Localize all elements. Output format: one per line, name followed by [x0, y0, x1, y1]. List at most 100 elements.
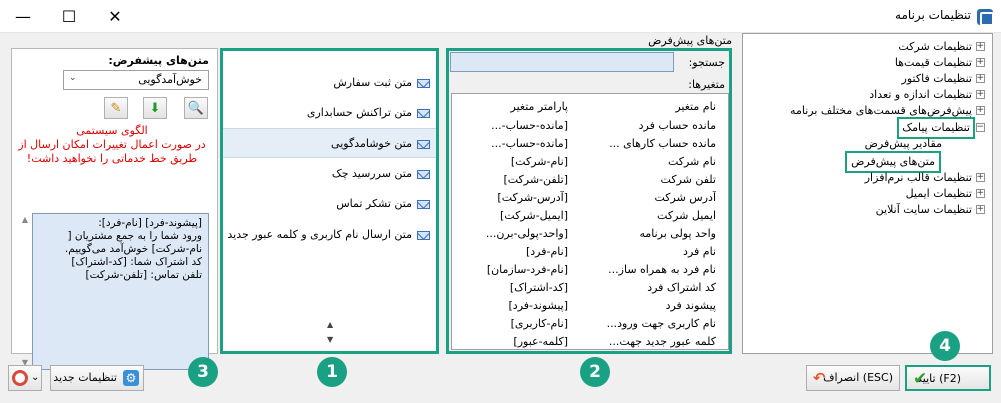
var-name: تلفن شرکت — [660, 173, 716, 186]
table-row[interactable]: آدرس شرکت [آدرس-شرکت] — [452, 189, 728, 207]
var-name: مانده حساب فرد — [638, 119, 716, 132]
system-pattern-title: الگوی سیستمی — [76, 124, 148, 137]
var-param: [ایمیل-شرکت] — [499, 209, 568, 222]
envelope-icon — [417, 109, 430, 118]
variables-table[interactable]: نام متغیر پارامتر متغیر مانده حساب فرد [م… — [451, 93, 729, 350]
column-header-param[interactable]: پارامتر متغیر — [458, 98, 568, 116]
var-name: نام فرد به همراه ساز... — [608, 263, 716, 276]
column-header-name[interactable]: نام متغیر — [598, 98, 716, 116]
minimize-button[interactable]: — — [0, 0, 46, 33]
expand-icon[interactable]: + — [976, 58, 985, 67]
table-header: نام متغیر پارامتر متغیر — [452, 98, 728, 116]
presets-dropdown[interactable]: خوش‌آمدگویی ⌄ — [63, 70, 209, 90]
table-row[interactable]: مانده حساب کارهای ... [مانده-حساب-... — [452, 135, 728, 153]
tree-item-default-texts[interactable]: متن‌های پیش‌فرض — [742, 151, 992, 173]
table-row[interactable]: ایمیل شرکت [ایمیل-شرکت] — [452, 207, 728, 225]
checkmark-icon: ✔ — [913, 369, 928, 389]
collapse-icon[interactable]: − — [976, 123, 985, 132]
edit-button[interactable]: ✎ — [104, 97, 128, 119]
message-text-editor[interactable]: [پیشوند-فرد] [نام-فرد]: ورود شما را به ج… — [32, 213, 209, 370]
table-row[interactable]: تلفن شرکت [تلفن-شرکت] — [452, 171, 728, 189]
help-button[interactable]: ⌄ — [8, 365, 42, 391]
envelope-icon — [417, 79, 430, 88]
tree-item-default-values[interactable]: مقادیر پیش‌فرض — [742, 136, 992, 152]
system-pattern-warning: الگوی سیستمی در صورت اعمال تغییرات امکان… — [17, 124, 207, 166]
tree-item-defaults[interactable]: + پیش‌فرض‌های قسمت‌های مختلف برنامه — [742, 103, 992, 119]
expand-icon[interactable]: + — [976, 106, 985, 115]
list-item-label: متن ثبت سفارش — [333, 76, 412, 89]
var-param: [کد-اشتراک] — [509, 281, 568, 294]
expand-icon[interactable]: + — [976, 205, 985, 214]
chevron-down-icon[interactable]: ⌄ — [31, 366, 39, 390]
table-row[interactable]: نام فرد [نام-فرد] — [452, 243, 728, 261]
list-item[interactable]: متن ارسال نام کاربری و کلمه عبور جدید — [223, 220, 436, 250]
scroll-down-icon[interactable]: ▼ — [327, 335, 333, 344]
messages-list[interactable]: متن ثبت سفارش متن تراکنش حسابداری متن خو… — [223, 51, 436, 351]
list-item-label: متن تراکنش حسابداری — [306, 106, 412, 119]
table-row[interactable]: نام کاربری جهت ورود... [نام-کاربری] — [452, 315, 728, 333]
var-param: [نام-فرد-سازمان] — [486, 263, 568, 276]
var-param: [پیشوند-فرد] — [508, 299, 569, 312]
table-row[interactable]: واحد پولی برنامه [واحد-پولی-برن... — [452, 225, 728, 243]
var-name: ایمیل شرکت — [657, 209, 716, 222]
tree-item-invoice[interactable]: + تنظیمات فاکتور — [742, 71, 992, 87]
list-item[interactable]: متن ثبت سفارش — [223, 68, 436, 98]
table-row[interactable]: نام فرد به همراه ساز... [نام-فرد-سازمان] — [452, 261, 728, 279]
lifebuoy-icon — [12, 370, 28, 386]
var-param: [نام-شرکت] — [510, 155, 568, 168]
table-row[interactable]: کد اشتراک فرد [کد-اشتراک] — [452, 279, 728, 297]
chevron-down-icon[interactable]: ⌄ — [69, 73, 77, 83]
title-bar: — ☐ ✕ تنظیمات برنامه — [0, 0, 1001, 33]
scroll-up-icon[interactable]: ▲ — [327, 320, 333, 329]
presets-selected-value: خوش‌آمدگویی — [138, 73, 202, 86]
scroll-up-icon[interactable]: ▲ — [20, 215, 30, 224]
callout-badge-2: 2 — [580, 357, 610, 387]
expand-icon[interactable]: + — [976, 42, 985, 51]
table-row[interactable]: کلمه عبور جدید جهت... [کلمه-عبور] — [452, 333, 728, 349]
var-name: کد اشتراک فرد — [647, 281, 716, 294]
new-settings-label: تنظیمات جدید — [53, 371, 117, 384]
system-pattern-note: در صورت اعمال تغییرات امکان ارسال از طری… — [18, 138, 206, 165]
table-row[interactable]: پیشوند فرد [پیشوند-فرد] — [452, 297, 728, 315]
list-item[interactable]: متن تراکنش حسابداری — [223, 98, 436, 128]
envelope-icon — [417, 170, 430, 179]
callout-badge-3: 3 — [188, 357, 218, 387]
search-input[interactable] — [450, 52, 674, 72]
table-row[interactable]: نام شرکت [نام-شرکت] — [452, 153, 728, 171]
new-settings-button[interactable]: تنظیمات جدید ⚙ — [50, 365, 144, 391]
presets-label: متن‌های پیشفرض: — [108, 54, 209, 67]
table-row[interactable]: مانده حساب فرد [مانده-حساب-... — [452, 117, 728, 135]
cancel-button[interactable]: (ESC) انصراف ↶ — [806, 365, 900, 391]
envelope-icon — [417, 140, 430, 149]
settings-tree[interactable]: + تنظیمات شرکت + تنظیمات قیمت‌ها + تنظیم… — [742, 33, 993, 354]
list-item[interactable]: متن تشکر تماس — [223, 189, 436, 219]
confirm-button[interactable]: (F2) تایید ✔ — [905, 365, 991, 391]
tree-item-online-site[interactable]: + تنظیمات سایت آنلاین — [742, 202, 992, 218]
var-param: [مانده-حساب-... — [491, 137, 568, 150]
close-button[interactable]: ✕ — [92, 0, 138, 33]
expand-icon[interactable]: + — [976, 189, 985, 198]
var-name: واحد پولی برنامه — [639, 227, 716, 240]
tree-label: تنظیمات شرکت — [898, 40, 972, 53]
expand-icon[interactable]: + — [976, 90, 985, 99]
search-button[interactable]: 🔍 — [184, 97, 208, 119]
tree-label: مقادیر پیش‌فرض — [864, 137, 942, 150]
expand-icon[interactable]: + — [976, 173, 985, 182]
list-item-selected[interactable]: متن خوشامدگویی — [223, 128, 436, 158]
list-item[interactable]: متن سررسید چک — [223, 159, 436, 189]
editor-scrollbar[interactable]: ▲ ▼ — [20, 215, 30, 368]
insert-button[interactable]: ⬇ — [143, 97, 167, 119]
tree-item-size-quantity[interactable]: + تنظیمات اندازه و تعداد — [742, 87, 992, 103]
callout-badge-4: 4 — [930, 331, 960, 361]
maximize-button[interactable]: ☐ — [46, 0, 92, 33]
expand-icon[interactable]: + — [976, 74, 985, 83]
tree-item-email[interactable]: + تنظیمات ایمیل — [742, 186, 992, 202]
tree-item-prices[interactable]: + تنظیمات قیمت‌ها — [742, 55, 992, 71]
tree-label: تنظیمات فاکتور — [901, 72, 972, 85]
tree-label: متن‌های پیش‌فرض — [845, 151, 941, 173]
app-icon — [977, 9, 994, 26]
envelope-icon — [417, 231, 430, 240]
tree-item-sms[interactable]: − تنظیمات پیامک — [742, 117, 992, 139]
tree-item-company[interactable]: + تنظیمات شرکت — [742, 39, 992, 55]
tree-item-template[interactable]: + تنظیمات قالب نرم‌افزار — [742, 170, 992, 186]
